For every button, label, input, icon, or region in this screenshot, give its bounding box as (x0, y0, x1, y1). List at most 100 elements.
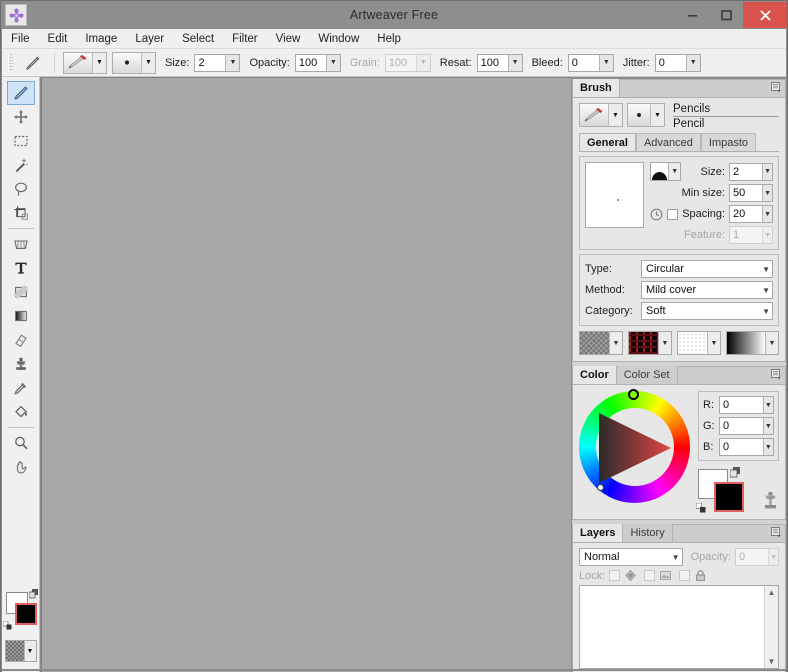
blend-mode-select[interactable]: Normal ▼ (579, 548, 683, 566)
tab-history[interactable]: History (623, 524, 673, 542)
lock-all-checkbox[interactable] (679, 570, 691, 581)
reset-colors-icon[interactable] (696, 503, 707, 514)
jitter-input[interactable] (655, 54, 686, 71)
panel-menu-icon[interactable] (771, 527, 782, 538)
brush-size-input[interactable] (730, 163, 763, 180)
menu-item-filter[interactable]: Filter (223, 31, 267, 47)
lock-transparency-checkbox[interactable] (609, 570, 621, 581)
tab-color[interactable]: Color (573, 366, 617, 384)
menu-item-select[interactable]: Select (173, 31, 223, 47)
brush-spacing-stepper[interactable]: ▼ (729, 205, 773, 223)
red-input[interactable] (720, 397, 763, 413)
shape-tool[interactable] (7, 280, 35, 304)
resat-input[interactable] (477, 54, 508, 71)
menu-item-window[interactable]: Window (309, 31, 368, 47)
jitter-stepper[interactable]: ▼ (654, 53, 701, 72)
brush-tip-dropdown-arrow[interactable]: ▼ (650, 104, 664, 126)
resat-stepper[interactable]: ▼ (476, 53, 523, 72)
menu-item-file[interactable]: File (2, 31, 39, 47)
eyedropper-tool[interactable] (7, 376, 35, 400)
palette-foreground-color[interactable] (14, 603, 37, 625)
layers-list[interactable]: ▲ ▼ (579, 585, 779, 669)
sv-marker[interactable] (597, 484, 604, 491)
gradient-dropdown-arrow[interactable]: ▼ (765, 332, 778, 354)
reset-colors-icon[interactable] (2, 621, 13, 631)
blue-stepper[interactable]: ▼ (719, 438, 774, 456)
scroll-down-arrow[interactable]: ▼ (768, 657, 776, 666)
opacity-input[interactable] (295, 54, 326, 71)
subtab-advanced[interactable]: Advanced (635, 133, 701, 151)
toolbar-grip[interactable] (8, 53, 13, 72)
pattern-dropdown-arrow[interactable]: ▼ (23, 641, 36, 661)
tab-layers[interactable]: Layers (573, 524, 624, 542)
brush-preset-dropdown-arrow[interactable]: ▼ (608, 104, 622, 126)
foreground-color-swatch[interactable] (714, 482, 744, 512)
gradient-swatch-button[interactable]: ▼ (726, 331, 779, 355)
lock-pixels-checkbox[interactable] (644, 570, 656, 581)
color-picker-stamp-icon[interactable] (762, 491, 779, 510)
blue-input[interactable] (720, 439, 763, 455)
spacing-checkbox[interactable] (667, 208, 679, 220)
green-input[interactable] (720, 418, 763, 434)
magic-wand-tool[interactable] (7, 153, 35, 177)
panel-menu-icon[interactable] (771, 369, 782, 380)
brush-tip-dropdown-arrow[interactable]: ▼ (141, 52, 155, 73)
red-stepper[interactable]: ▼ (719, 396, 774, 414)
texture-dropdown-arrow[interactable]: ▼ (609, 332, 622, 354)
brush-tip-shape-dropdown-arrow[interactable]: ▼ (668, 163, 681, 180)
menu-item-image[interactable]: Image (76, 31, 126, 47)
move-tool[interactable] (7, 105, 35, 129)
bleed-input[interactable] (568, 54, 599, 71)
menu-item-view[interactable]: View (267, 31, 310, 47)
hand-tool[interactable] (7, 455, 35, 479)
texture-swatch-button[interactable]: ▼ (579, 331, 623, 355)
opacity-dropdown-arrow[interactable]: ▼ (325, 54, 340, 71)
close-button[interactable] (743, 2, 787, 28)
canvas-workspace[interactable] (41, 77, 571, 672)
brush-size-dropdown-arrow[interactable]: ▼ (762, 163, 772, 180)
brush-panel-tip-button[interactable]: ▼ (627, 103, 665, 127)
opacity-stepper[interactable]: ▼ (294, 53, 341, 72)
layers-list-content[interactable] (580, 586, 764, 668)
lasso-tool[interactable] (7, 177, 35, 201)
brush-tip-shape-button[interactable]: ▼ (650, 162, 682, 181)
pattern-dropdown-arrow[interactable]: ▼ (658, 332, 671, 354)
hue-marker[interactable] (628, 389, 639, 400)
minimize-button[interactable] (675, 2, 709, 28)
brush-tip-button[interactable]: ▼ (112, 51, 156, 74)
menu-item-help[interactable]: Help (368, 31, 410, 47)
gradient-tool[interactable] (7, 304, 35, 328)
scroll-up-arrow[interactable]: ▲ (768, 588, 776, 597)
brush-panel-preset-button[interactable]: ▼ (579, 103, 623, 127)
zoom-tool[interactable] (7, 431, 35, 455)
brush-spacing-dropdown-arrow[interactable]: ▼ (762, 206, 772, 222)
brush-tool[interactable] (6, 81, 35, 105)
menu-item-edit[interactable]: Edit (39, 31, 77, 47)
brush-min-size-dropdown-arrow[interactable]: ▼ (762, 185, 772, 201)
brush-min-size-stepper[interactable]: ▼ (729, 184, 773, 202)
palette-pattern-button[interactable]: ▼ (4, 640, 37, 662)
maximize-button[interactable] (709, 2, 743, 28)
brush-category-select[interactable]: Soft ▼ (641, 302, 773, 320)
blue-dropdown-arrow[interactable]: ▼ (762, 439, 773, 455)
layers-scrollbar[interactable]: ▲ ▼ (764, 586, 778, 668)
panel-menu-icon[interactable] (771, 82, 782, 93)
bleed-dropdown-arrow[interactable]: ▼ (598, 54, 613, 71)
marquee-tool[interactable] (7, 129, 35, 153)
crop-tool[interactable] (7, 201, 35, 225)
transform-tool[interactable] (7, 232, 35, 256)
red-dropdown-arrow[interactable]: ▼ (762, 397, 773, 413)
brush-size-stepper[interactable]: ▼ (729, 162, 773, 181)
tab-color-set[interactable]: Color Set (616, 366, 678, 384)
text-tool[interactable] (7, 256, 35, 280)
flow-dropdown-arrow[interactable]: ▼ (707, 332, 720, 354)
brush-method-select[interactable]: Mild cover ▼ (641, 281, 773, 299)
size-input[interactable] (195, 54, 226, 71)
green-dropdown-arrow[interactable]: ▼ (762, 418, 773, 434)
clone-stamp-tool[interactable] (7, 352, 35, 376)
swap-colors-icon[interactable] (28, 589, 39, 599)
brush-spacing-input[interactable] (730, 206, 763, 222)
tab-brush[interactable]: Brush (573, 79, 620, 97)
menu-item-layer[interactable]: Layer (126, 31, 173, 47)
eraser-tool[interactable] (7, 328, 35, 352)
